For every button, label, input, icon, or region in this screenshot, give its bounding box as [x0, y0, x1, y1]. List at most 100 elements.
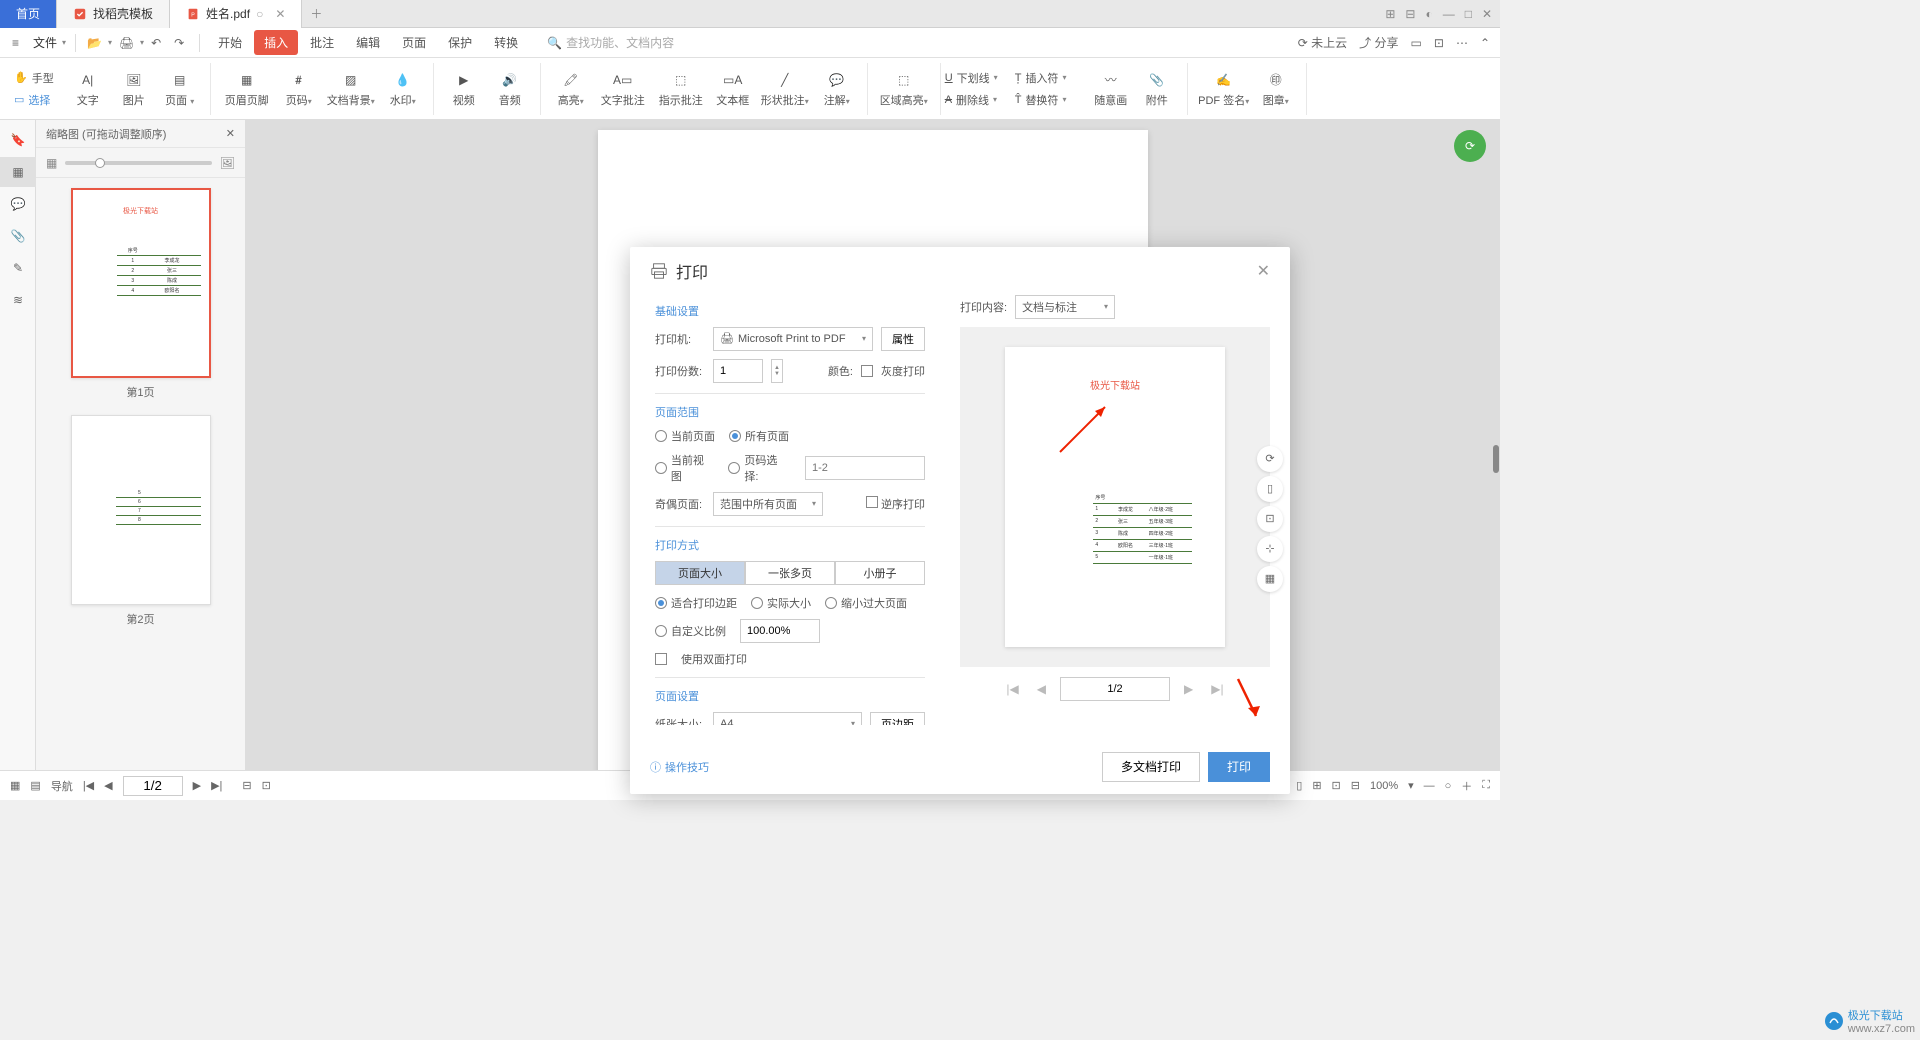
underline-button[interactable]: U下划线▾ [945, 67, 998, 89]
hand-tool[interactable]: ✋手型 [14, 67, 54, 89]
thumbnail-zoom-slider[interactable] [65, 161, 211, 165]
print-button[interactable]: 打印 [1208, 752, 1270, 782]
thumbnail-page-1[interactable]: 极光下载站 序号1李成龙2张三3陈成4欧阳名 第1页 [46, 188, 235, 400]
copies-stepper[interactable]: ▲▼ [771, 359, 783, 383]
preview-first-icon[interactable]: |◀ [1002, 678, 1022, 700]
prev-page-icon[interactable]: ◀ [104, 779, 112, 792]
zoom-dropdown-icon[interactable]: ▾ [1408, 779, 1414, 792]
share-button[interactable]: ⤴ 分享 [1359, 34, 1398, 51]
odd-even-select[interactable]: 范围中所有页面▾ [713, 492, 823, 516]
preview-scan-icon[interactable]: ▦ [1257, 566, 1283, 592]
background-button[interactable]: ▨文档背景▾ [323, 64, 379, 114]
tab-page-size[interactable]: 页面大小 [655, 561, 745, 585]
hamburger-icon[interactable]: ≡ [10, 34, 28, 52]
zoom-in-icon[interactable]: — [1424, 780, 1435, 792]
first-page-icon[interactable]: |◀ [83, 779, 94, 792]
redo-icon[interactable]: ↷ [172, 34, 190, 52]
page-select-input[interactable] [805, 456, 925, 480]
tips-link[interactable]: ⓘ 操作技巧 [650, 759, 709, 775]
preview-page-icon[interactable]: ▯ [1257, 476, 1283, 502]
current-view-radio[interactable]: 当前视图 [655, 452, 714, 484]
audio-button[interactable]: 🔊音频 [488, 64, 532, 114]
custom-ratio-radio[interactable]: 自定义比例 [655, 623, 726, 639]
preview-prev-icon[interactable]: ◀ [1033, 678, 1050, 700]
undo-icon[interactable]: ↶ [149, 34, 167, 52]
menu-开始[interactable]: 开始 [208, 30, 252, 55]
area-highlight-button[interactable]: ⬚区域高亮▾ [876, 64, 932, 114]
watermark-button[interactable]: 💧水印▾ [381, 64, 425, 114]
fullscreen-icon[interactable]: ⛶ [1482, 779, 1490, 792]
select-tool[interactable]: ▭选择 [14, 89, 50, 111]
preview-last-icon[interactable]: ▶| [1207, 678, 1227, 700]
menu-保护[interactable]: 保护 [438, 30, 482, 55]
all-pages-radio[interactable]: 所有页面 [729, 428, 789, 444]
multi-doc-button[interactable]: 多文档打印 [1102, 752, 1200, 782]
text-annotate-button[interactable]: A▭文字批注 [595, 64, 651, 114]
current-page-radio[interactable]: 当前页面 [655, 428, 715, 444]
image-button[interactable]: 🖼图片 [112, 64, 156, 114]
comment-icon[interactable]: 💬 [0, 189, 36, 219]
convert-fab[interactable]: ⟳ [1454, 130, 1486, 162]
menu-编辑[interactable]: 编辑 [346, 30, 390, 55]
margins-button[interactable]: 页边距 [870, 712, 925, 725]
freehand-button[interactable]: 〰随意画 [1089, 64, 1133, 114]
print-icon[interactable]: 🖨 [117, 34, 135, 52]
preview-next-icon[interactable]: ▶ [1180, 678, 1197, 700]
tab-template[interactable]: 找稻壳模板 [57, 0, 170, 28]
fit-page-icon[interactable]: ⊡ [262, 779, 271, 792]
header-footer-button[interactable]: ▦页眉页脚 [219, 64, 275, 114]
pdf-sign-button[interactable]: ✍PDF 签名▾ [1196, 64, 1252, 114]
maximize-button[interactable]: □ [1465, 7, 1472, 21]
attachment-button[interactable]: 📎附件 [1135, 64, 1179, 114]
tab-close-icon[interactable]: ✕ [275, 7, 285, 21]
fit-margins-radio[interactable]: 适合打印边距 [655, 595, 737, 611]
nav-label[interactable]: 导航 [51, 778, 73, 794]
search-box[interactable]: 🔍 查找功能、文档内容 [547, 34, 674, 51]
page-number-button[interactable]: #️页码▾ [277, 64, 321, 114]
copies-input[interactable] [713, 359, 763, 383]
zoom-out-icon[interactable]: ⊟ [1351, 779, 1360, 792]
chevron-icon[interactable]: ⌃ [1480, 36, 1490, 50]
replace-mark-button[interactable]: T̂替换符▾ [1015, 89, 1067, 111]
tab-file[interactable]: P 姓名.pdf ○ ✕ [170, 0, 302, 28]
open-icon[interactable]: 📂 [85, 34, 103, 52]
grid-icon[interactable]: ⊟ [1405, 7, 1415, 21]
chat-icon[interactable]: ⊡ [1434, 36, 1444, 50]
preview-crop-icon[interactable]: ⊹ [1257, 536, 1283, 562]
page-select-radio[interactable]: 页码选择: [728, 452, 791, 484]
zoom-value[interactable]: 100% [1370, 780, 1398, 792]
view4-icon[interactable]: ⊡ [1332, 779, 1341, 792]
settings-icon[interactable]: ▭ [1411, 36, 1422, 50]
page-input[interactable] [123, 776, 183, 796]
shape-annotate-button[interactable]: ╱形状批注▾ [757, 64, 813, 114]
preview-rotate-icon[interactable]: ⟳ [1257, 446, 1283, 472]
thumb-expand-icon[interactable]: 🖼 [220, 156, 235, 170]
menu-转换[interactable]: 转换 [484, 30, 528, 55]
page-button[interactable]: ▤页面 ▾ [158, 64, 202, 114]
highlight-button[interactable]: 🖍高亮▾ [549, 64, 593, 114]
thumb-grid-icon[interactable]: ▦ [46, 156, 57, 170]
attachment-sidebar-icon[interactable]: 📎 [0, 221, 36, 251]
tab-home[interactable]: 首页 [0, 0, 57, 28]
cloud-status[interactable]: ⟳ 未上云 [1298, 34, 1347, 51]
ratio-input[interactable] [740, 619, 820, 643]
panel-close-icon[interactable]: ✕ [226, 127, 235, 140]
reverse-checkbox[interactable] [866, 496, 878, 508]
printer-select[interactable]: 🖨 Microsoft Print to PDF ▾ [713, 327, 873, 351]
layers-icon[interactable]: ≋ [0, 285, 36, 315]
tab-multi-page[interactable]: 一张多页 [745, 561, 835, 585]
properties-button[interactable]: 属性 [881, 327, 925, 351]
shrink-radio[interactable]: 缩小过大页面 [825, 595, 907, 611]
last-page-icon[interactable]: ▶| [211, 779, 222, 792]
actual-size-radio[interactable]: 实际大小 [751, 595, 811, 611]
edit-sidebar-icon[interactable]: ✎ [0, 253, 36, 283]
menu-页面[interactable]: 页面 [392, 30, 436, 55]
print-content-select[interactable]: 文档与标注▾ [1015, 295, 1115, 319]
menu-批注[interactable]: 批注 [300, 30, 344, 55]
pointer-annotate-button[interactable]: ⬚指示批注 [653, 64, 709, 114]
menu-插入[interactable]: 插入 [254, 30, 298, 55]
layout-icon[interactable]: ⊞ [1385, 7, 1395, 21]
next-page-icon[interactable]: ▶ [193, 779, 201, 792]
video-button[interactable]: ▶视频 [442, 64, 486, 114]
thumbnail-page-2[interactable]: 5678 第2页 [46, 415, 235, 627]
